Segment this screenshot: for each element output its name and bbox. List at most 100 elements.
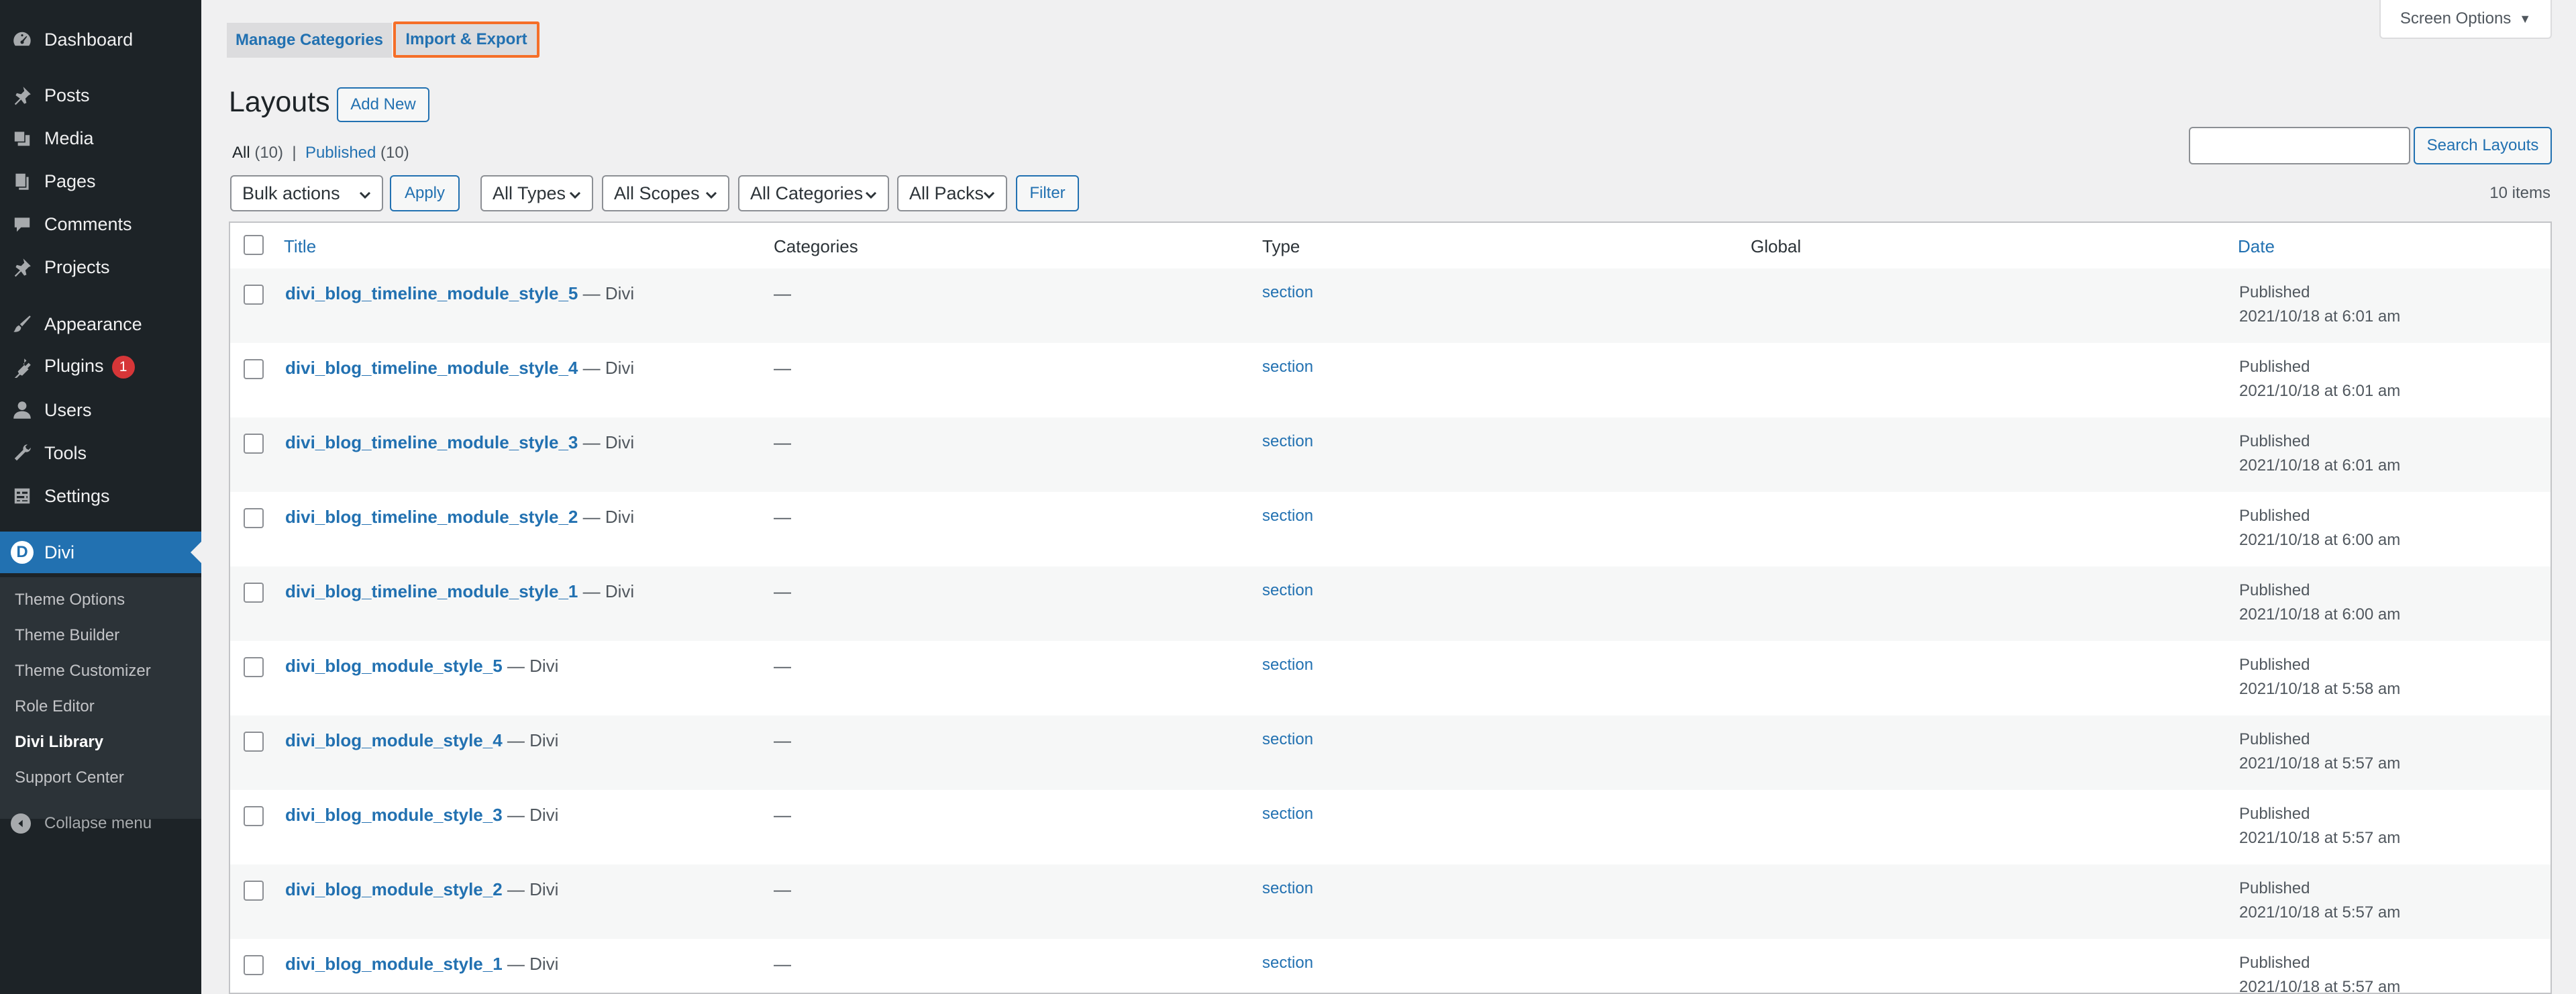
collapse-menu-button[interactable]: Collapse menu xyxy=(11,813,152,834)
update-count-badge: 1 xyxy=(111,356,135,379)
sidebar-item-label: Divi xyxy=(44,542,74,562)
sidebar-item-label: Appearance xyxy=(44,313,142,334)
table-row: divi_blog_module_style_5 — Divi — section P… xyxy=(230,641,2551,715)
sidebar-item-settings[interactable]: Settings xyxy=(0,475,201,517)
sidebar-item-comments[interactable]: Comments xyxy=(0,203,201,245)
row-status: Published xyxy=(2239,879,2310,897)
row-type-link[interactable]: section xyxy=(1262,805,1313,824)
row-type-link[interactable]: section xyxy=(1262,358,1313,377)
view-all-link[interactable]: All xyxy=(232,144,250,162)
bulk-actions-value: Bulk actions xyxy=(242,183,340,203)
row-title-cell: divi_blog_timeline_module_style_1 — Divi xyxy=(285,581,634,602)
scopes-filter-select[interactable]: All Scopes xyxy=(602,175,729,211)
sidebar-item-label: Pages xyxy=(44,170,96,191)
row-status: Published xyxy=(2239,358,2310,376)
layout-title-link[interactable]: divi_blog_module_style_2 xyxy=(285,879,503,899)
sidebar-item-posts[interactable]: Posts xyxy=(0,74,201,116)
row-title-cell: divi_blog_timeline_module_style_4 — Divi xyxy=(285,358,634,379)
sidebar-item-label: Projects xyxy=(44,256,110,277)
bulk-actions-select[interactable]: Bulk actions xyxy=(230,175,383,211)
submenu-item-support-center[interactable]: Support Center xyxy=(15,768,124,787)
search-layouts-button[interactable]: Search Layouts xyxy=(2414,127,2552,164)
row-date: 2021/10/18 at 5:57 am xyxy=(2239,829,2401,847)
submenu-item-theme-customizer[interactable]: Theme Customizer xyxy=(15,662,151,681)
row-type-link[interactable]: section xyxy=(1262,283,1313,302)
filter-button[interactable]: Filter xyxy=(1016,175,1079,211)
sidebar-item-media[interactable]: Media xyxy=(0,117,201,159)
sidebar-item-label: Plugins 1 xyxy=(44,356,135,379)
chevron-down-icon xyxy=(704,186,719,201)
row-status: Published xyxy=(2239,581,2310,599)
tab-import-export[interactable]: Import & Export xyxy=(393,21,539,58)
sidebar-item-label: Comments xyxy=(44,213,132,234)
row-checkbox[interactable] xyxy=(244,583,264,603)
row-checkbox[interactable] xyxy=(244,881,264,901)
sidebar-item-projects[interactable]: Projects xyxy=(0,246,201,288)
row-type-link[interactable]: section xyxy=(1262,730,1313,749)
row-checkbox[interactable] xyxy=(244,657,264,677)
row-checkbox[interactable] xyxy=(244,508,264,528)
row-checkbox[interactable] xyxy=(244,434,264,454)
view-published-link[interactable]: Published xyxy=(305,144,376,162)
row-title-cell: divi_blog_module_style_4 — Divi xyxy=(285,730,558,751)
row-checkbox[interactable] xyxy=(244,359,264,379)
view-separator: | xyxy=(292,144,297,162)
row-title-cell: divi_blog_module_style_1 — Divi xyxy=(285,954,558,975)
row-checkbox[interactable] xyxy=(244,806,264,826)
submenu-item-theme-builder[interactable]: Theme Builder xyxy=(15,626,119,645)
row-type-link[interactable]: section xyxy=(1262,507,1313,526)
plugins-label: Plugins xyxy=(44,356,104,377)
layouts-table: Title Categories Type Global Date divi_b… xyxy=(229,221,2552,994)
collapse-arrow-icon xyxy=(11,813,31,834)
row-type-link[interactable]: section xyxy=(1262,432,1313,451)
packs-filter-select[interactable]: All Packs xyxy=(897,175,1007,211)
row-checkbox[interactable] xyxy=(244,955,264,975)
sidebar-item-appearance[interactable]: Appearance xyxy=(0,303,201,345)
apply-button[interactable]: Apply xyxy=(390,175,460,211)
row-categories: — xyxy=(774,879,791,899)
row-checkbox[interactable] xyxy=(244,285,264,305)
layout-title-link[interactable]: divi_blog_timeline_module_style_1 xyxy=(285,581,578,601)
row-title-cell: divi_blog_timeline_module_style_2 — Divi xyxy=(285,507,634,528)
column-date[interactable]: Date xyxy=(2238,236,2275,257)
layout-title-link[interactable]: divi_blog_module_style_1 xyxy=(285,954,503,974)
row-type-link[interactable]: section xyxy=(1262,879,1313,898)
divi-icon: D xyxy=(11,541,34,564)
screen-options-button[interactable]: Screen Options ▼ xyxy=(2379,0,2552,39)
sidebar-item-label: Posts xyxy=(44,85,90,105)
add-new-button[interactable]: Add New xyxy=(337,87,429,122)
view-all-count: (10) xyxy=(254,144,284,162)
select-all-checkbox[interactable] xyxy=(244,235,264,255)
column-global: Global xyxy=(1751,236,1802,256)
sidebar-item-divi[interactable]: D Divi xyxy=(0,532,201,573)
table-row: divi_blog_timeline_module_style_1 — Divi… xyxy=(230,566,2551,641)
submenu-item-theme-options[interactable]: Theme Options xyxy=(15,591,125,609)
sidebar-item-pages[interactable]: Pages xyxy=(0,160,201,202)
row-type-link[interactable]: section xyxy=(1262,581,1313,600)
row-categories: — xyxy=(774,954,791,974)
row-checkbox[interactable] xyxy=(244,732,264,752)
row-date: 2021/10/18 at 6:01 am xyxy=(2239,382,2401,400)
row-categories: — xyxy=(774,730,791,750)
row-type-link[interactable]: section xyxy=(1262,954,1313,973)
layout-title-link[interactable]: divi_blog_timeline_module_style_4 xyxy=(285,358,578,378)
layout-title-link[interactable]: divi_blog_module_style_4 xyxy=(285,730,503,750)
sidebar-item-plugins[interactable]: Plugins 1 xyxy=(0,346,201,388)
row-categories: — xyxy=(774,432,791,452)
submenu-item-role-editor[interactable]: Role Editor xyxy=(15,697,95,716)
layout-title-link[interactable]: divi_blog_timeline_module_style_3 xyxy=(285,432,578,452)
layout-title-link[interactable]: divi_blog_module_style_5 xyxy=(285,656,503,676)
search-input[interactable] xyxy=(2189,127,2410,164)
layout-title-link[interactable]: divi_blog_timeline_module_style_2 xyxy=(285,507,578,527)
sidebar-item-users[interactable]: Users xyxy=(0,389,201,431)
submenu-item-divi-library[interactable]: Divi Library xyxy=(15,733,103,752)
tab-manage-categories[interactable]: Manage Categories xyxy=(227,23,392,58)
types-filter-select[interactable]: All Types xyxy=(480,175,593,211)
categories-filter-select[interactable]: All Categories xyxy=(738,175,889,211)
column-title[interactable]: Title xyxy=(284,236,316,257)
layout-title-link[interactable]: divi_blog_module_style_3 xyxy=(285,805,503,825)
sidebar-item-tools[interactable]: Tools xyxy=(0,432,201,474)
layout-title-link[interactable]: divi_blog_timeline_module_style_5 xyxy=(285,283,578,303)
sidebar-item-dashboard[interactable]: Dashboard xyxy=(0,19,201,60)
row-type-link[interactable]: section xyxy=(1262,656,1313,675)
